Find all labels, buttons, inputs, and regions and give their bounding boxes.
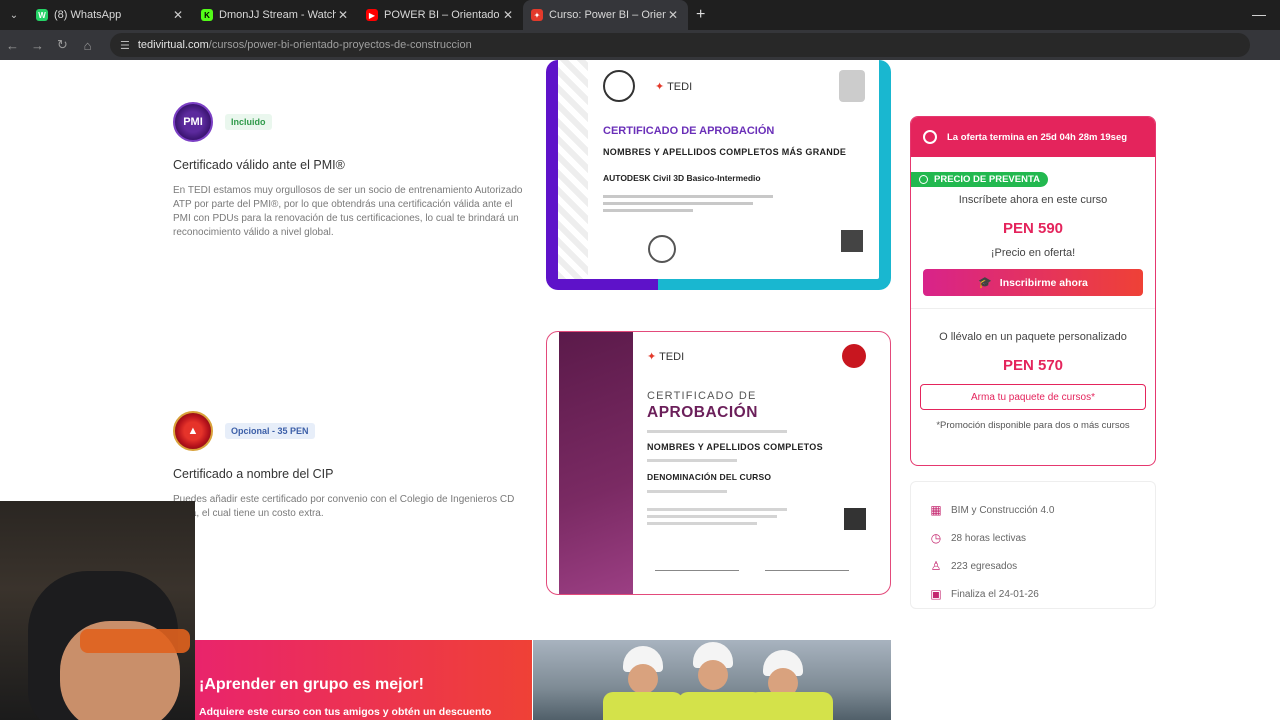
signature-line [655, 570, 739, 571]
cip-seal-icon [842, 344, 866, 368]
divider [911, 308, 1155, 309]
tab-title: Curso: Power BI – Orientado a p [549, 9, 666, 21]
close-tab-icon[interactable]: ✕ [171, 8, 185, 22]
banner-title: ¡Aprender en grupo es mejor! [199, 676, 424, 693]
included-badge: Incluido [225, 114, 272, 130]
url-text[interactable]: tedivirtual.com/cursos/power-bi-orientad… [138, 39, 472, 51]
cip-description: Puedes añadir este certificado por conve… [173, 494, 515, 519]
tab-title: (8) WhatsApp [54, 9, 122, 21]
tedi-logo: ✦ TEDI [647, 351, 685, 363]
graduate-icon: ♙ [930, 559, 942, 573]
back-icon[interactable]: ← [0, 38, 25, 53]
youtube-icon: ▶ [366, 9, 378, 21]
reload-icon[interactable]: ↻ [50, 37, 75, 53]
optional-badge: Opcional - 35 PEN [225, 423, 315, 439]
enroll-text: Inscríbete ahora en este curso [958, 194, 1108, 206]
close-tab-icon[interactable]: ✕ [336, 8, 350, 22]
page-content: PMI Incluido Certificado válido ante el … [0, 60, 1280, 720]
calendar-icon: ▣ [930, 587, 942, 601]
minimize-icon[interactable]: — [1252, 6, 1266, 22]
offer-card: La oferta termina en 25d 04h 28m 19seg P… [910, 116, 1156, 466]
tedi-logo: ✦ TEDI [655, 80, 693, 93]
tedi-icon: ✦ [531, 9, 543, 21]
cert1-course: AUTODESK Civil 3D Basico-Intermedio [603, 173, 761, 183]
promo-note: *Promoción disponible para dos o más cur… [936, 420, 1130, 431]
package-price: PEN 570 [1002, 357, 1064, 374]
cert2-qr-icon [844, 508, 866, 530]
check-circle-icon [919, 175, 928, 184]
tab-title: DmonJJ Stream - Watch Live on [219, 9, 336, 21]
pmi-section: PMI Incluido Certificado válido ante el … [173, 102, 523, 240]
tab-kick[interactable]: K DmonJJ Stream - Watch Live on ✕ [193, 0, 358, 30]
cert1-qr-icon [841, 230, 863, 252]
cert1-text-line [603, 209, 693, 212]
forward-icon[interactable]: → [25, 38, 50, 53]
countdown-banner: La oferta termina en 25d 04h 28m 19seg [911, 117, 1155, 157]
cert2-text-line [647, 459, 737, 462]
site-info-icon[interactable]: ☰ [120, 39, 130, 52]
info-end-date: ▣ Finaliza el 24-01-26 [930, 587, 1039, 601]
university-crest-icon [839, 70, 865, 102]
cip-certificate-image: ✦ TEDI CERTIFICADO DE APROBACIÓN NOMBRES… [546, 331, 891, 595]
cert2-text-line [647, 430, 787, 433]
certificate-pattern [558, 60, 588, 279]
cert1-text-line [603, 202, 753, 205]
course-price: PEN 590 [1002, 220, 1064, 237]
cert1-name: NOMBRES Y APELLIDOS COMPLETOS MÁS GRANDE [603, 147, 847, 157]
clock-icon: ◷ [930, 531, 942, 545]
cert2-course: DENOMINACIÓN DEL CURSO [647, 472, 772, 482]
pmi-description: En TEDI estamos muy orgullosos de ser un… [173, 185, 523, 238]
tab-whatsapp[interactable]: W (8) WhatsApp ✕ [28, 0, 193, 30]
presale-badge: PRECIO DE PREVENTA [911, 172, 1048, 187]
cert2-heading-main: APROBACIÓN [647, 404, 758, 421]
close-tab-icon[interactable]: ✕ [501, 8, 515, 22]
webcam-overlay [0, 501, 195, 720]
cip-section: ▲ Opcional - 35 PEN Certificado a nombre… [173, 411, 523, 521]
cert2-text-line [647, 508, 787, 511]
info-graduates: ♙ 223 egresados [930, 559, 1018, 573]
countdown-text: La oferta termina en 25d 04h 28m 19seg [947, 131, 1128, 143]
package-text: O llévalo en un paquete personalizado [939, 331, 1127, 343]
address-bar-row: ← → ↻ ⌂ ☰ tedivirtual.com/cursos/power-b… [0, 30, 1280, 82]
tab-title: POWER BI – Orientado a proyec [384, 9, 501, 21]
tab-bar: ⌄ W (8) WhatsApp ✕ K DmonJJ Stream - Wat… [0, 0, 1280, 30]
cert1-stamp-icon [648, 235, 676, 263]
cert2-text-line [647, 490, 727, 493]
cert2-name: NOMBRES Y APELLIDOS COMPLETOS [647, 442, 823, 452]
info-hours: ◷ 28 horas lectivas [930, 531, 1027, 545]
banner-subtitle: Adquiere este curso con tus amigos y obt… [199, 706, 492, 718]
home-icon[interactable]: ⌂ [75, 38, 100, 53]
close-tab-icon[interactable]: ✕ [666, 8, 680, 22]
cert1-heading: CERTIFICADO DE APROBACIÓN [603, 125, 775, 137]
whatsapp-icon: W [36, 9, 48, 21]
pmi-logo-icon [603, 70, 635, 102]
enroll-button[interactable]: 🎓 Inscribirme ahora [923, 269, 1143, 296]
kick-icon: K [201, 9, 213, 21]
certificate-side-band [559, 332, 633, 594]
cip-title: Certificado a nombre del CIP [173, 467, 334, 481]
info-category: ▦ BIM y Construcción 4.0 [930, 503, 1055, 517]
tab-search-icon[interactable]: ⌄ [0, 0, 28, 30]
cert2-heading-top: CERTIFICADO DE [647, 390, 757, 402]
building-icon: ▦ [930, 503, 942, 517]
alarm-clock-icon [923, 130, 937, 144]
tab-tedi[interactable]: ✦ Curso: Power BI – Orientado a p ✕ [523, 0, 688, 30]
pmi-certificate-image: ✦ TEDI CERTIFICADO DE APROBACIÓN NOMBRES… [546, 60, 891, 290]
new-tab-icon[interactable]: + [696, 6, 705, 24]
tab-youtube[interactable]: ▶ POWER BI – Orientado a proyec ✕ [358, 0, 523, 30]
cert1-text-line [603, 195, 773, 198]
cip-seal-icon: ▲ [173, 411, 213, 451]
course-info-card: ▦ BIM y Construcción 4.0 ◷ 28 horas lect… [910, 481, 1156, 609]
offer-text: ¡Precio en oferta! [990, 247, 1076, 259]
group-promo-banner: ¡Aprender en grupo es mejor! Adquiere es… [195, 640, 532, 720]
cert2-text-line [647, 522, 757, 525]
graduation-cap-icon: 🎓 [978, 277, 992, 289]
build-package-button[interactable]: Arma tu paquete de cursos* [920, 384, 1146, 410]
engineers-photo [533, 640, 891, 720]
signature-line [765, 570, 849, 571]
address-bar[interactable]: ☰ tedivirtual.com/cursos/power-bi-orient… [110, 33, 1250, 57]
cert2-text-line [647, 515, 777, 518]
pmi-seal-icon: PMI [173, 102, 213, 142]
pmi-title: Certificado válido ante el PMI® [173, 158, 345, 172]
